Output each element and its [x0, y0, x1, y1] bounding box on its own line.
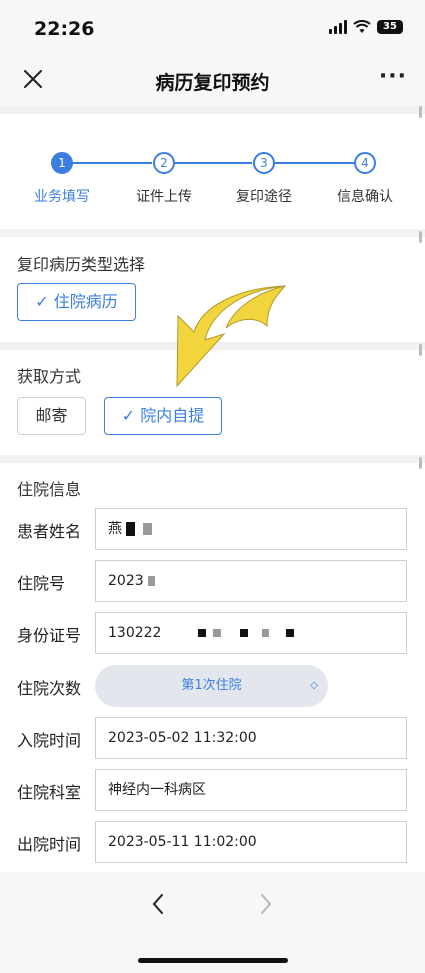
hospital-info-title: 住院信息 [17, 480, 82, 499]
admission-number-value: 2023 [108, 573, 144, 589]
pickup-method-title: 获取方式 [17, 367, 82, 386]
inpatient-record-label: 住院病历 [53, 292, 118, 311]
nav-bar: 病历复印预约 ··· [0, 56, 425, 106]
more-icon[interactable]: ··· [379, 64, 407, 89]
status-time: 22:26 [34, 18, 95, 40]
status-icons: 35 [329, 20, 403, 34]
patient-name-value: 燕 [108, 521, 122, 537]
bottom-toolbar [0, 872, 425, 973]
status-bar: 22:26 35 [0, 0, 425, 56]
redaction [262, 629, 270, 637]
visit-count-select[interactable]: 第1次住院 ◇ [95, 665, 328, 707]
redaction [126, 522, 136, 536]
department-field[interactable]: 神经内一科病区 [95, 769, 407, 811]
admission-number-field[interactable]: 2023 [95, 560, 407, 602]
department-label: 住院科室 [17, 783, 82, 802]
step-2-indicator: 2 [153, 152, 175, 174]
patient-name-label: 患者姓名 [17, 522, 82, 541]
id-number-label: 身份证号 [17, 626, 82, 645]
visit-count-value: 第1次住院 [181, 678, 242, 693]
updown-chevron-icon: ◇ [310, 680, 318, 691]
scroll-indicator [419, 344, 422, 356]
redaction [239, 629, 248, 637]
visit-count-label: 住院次数 [17, 679, 82, 698]
admission-number-row: 住院号 2023 [0, 556, 425, 608]
discharge-time-row: 出院时间 2023-05-11 11:02:00 [0, 817, 425, 869]
self-pickup-label: 院内自提 [140, 406, 205, 425]
page-title: 病历复印预约 [155, 72, 270, 94]
inpatient-record-option[interactable]: ✓ 住院病历 [17, 283, 136, 321]
id-number-row: 身份证号 130222 [0, 608, 425, 660]
department-row: 住院科室 神经内一科病区 [0, 765, 425, 817]
admission-number-label: 住院号 [17, 574, 66, 593]
mail-option[interactable]: 邮寄 [17, 397, 86, 435]
patient-name-row: 患者姓名 燕 [0, 504, 425, 556]
battery-icon: 35 [377, 20, 403, 34]
discharge-time-field[interactable]: 2023-05-11 11:02:00 [95, 821, 407, 863]
signal-icon [329, 20, 347, 34]
scroll-indicator [419, 231, 422, 243]
check-icon: ✓ [35, 292, 54, 311]
self-pickup-option[interactable]: ✓ 院内自提 [104, 397, 222, 435]
check-icon: ✓ [121, 406, 141, 425]
step-3-label: 复印途径 [236, 189, 292, 205]
hospital-info-section: 住院信息 患者姓名 燕 住院号 2023 身份证号 130222 住院次数 第1… [0, 457, 425, 872]
step-2-label: 证件上传 [136, 189, 192, 205]
redaction [197, 629, 206, 637]
redaction [148, 576, 156, 586]
discharge-time-label: 出院时间 [17, 835, 82, 854]
visit-count-row: 住院次数 第1次住院 ◇ [0, 661, 425, 713]
step-connector [72, 162, 152, 164]
record-type-title: 复印病历类型选择 [17, 255, 146, 274]
step-3-indicator: 3 [253, 152, 275, 174]
id-number-field[interactable]: 130222 [95, 612, 407, 654]
step-connector [174, 162, 252, 164]
progress-steps: 1 2 3 4 业务填写 证件上传 复印途径 信息确认 [0, 106, 425, 229]
redaction [213, 629, 222, 637]
chevron-right-icon[interactable] [258, 892, 274, 916]
scroll-indicator [419, 106, 422, 118]
step-1-label: 业务填写 [34, 189, 90, 205]
admit-time-label: 入院时间 [17, 731, 82, 750]
patient-name-field[interactable]: 燕 [95, 508, 407, 550]
id-number-value: 130222 [108, 625, 162, 641]
admit-time-row: 入院时间 2023-05-02 11:32:00 [0, 713, 425, 765]
step-4-indicator: 4 [354, 152, 376, 174]
redaction [285, 629, 294, 637]
step-1-indicator: 1 [51, 152, 73, 174]
chevron-left-icon[interactable] [150, 892, 166, 916]
step-4-label: 信息确认 [337, 189, 393, 205]
redaction [142, 523, 152, 535]
annotation-arrow [176, 285, 287, 388]
step-connector [274, 162, 354, 164]
admit-time-field[interactable]: 2023-05-02 11:32:00 [95, 717, 407, 759]
wifi-icon [353, 20, 371, 33]
home-indicator [138, 958, 288, 963]
scroll-indicator [419, 457, 422, 469]
